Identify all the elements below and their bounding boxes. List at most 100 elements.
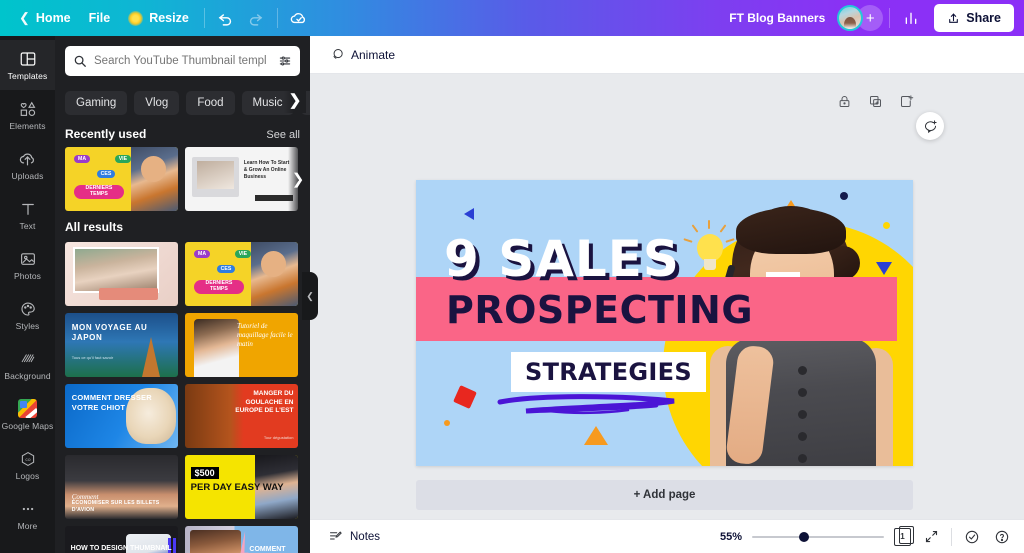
template-card-mon-voyage-japon[interactable]: MON VOYAGE AU JAPON Tous ce qu'il faut s…	[65, 313, 178, 377]
thumbnail-text: ÉCONOMISER SUR LES BILLETS D'AVION	[71, 500, 160, 514]
home-label: Home	[35, 11, 71, 25]
sidebar-item-more[interactable]: More	[0, 490, 55, 540]
sidebar-item-google-maps[interactable]: Google Maps	[0, 390, 55, 440]
redo-button[interactable]	[241, 3, 271, 33]
template-card-ma-vie[interactable]: MA VIE CES DERNIERS TEMPS	[65, 147, 178, 211]
add-page-button[interactable]: + Add page	[416, 480, 913, 510]
cloud-sync-button[interactable]	[284, 3, 314, 33]
template-card-ma-vie-2[interactable]: MA VIE CES DERNIERS TEMPS	[185, 242, 298, 306]
sidebar-item-uploads[interactable]: Uploads	[0, 140, 55, 190]
left-rail: Templates Elements Uploads Text Photos S…	[0, 36, 55, 553]
sidebar-item-templates[interactable]: Templates	[0, 40, 55, 90]
animate-label: Animate	[351, 47, 396, 62]
check-circle-icon[interactable]	[962, 527, 982, 547]
template-card-comment-rester[interactable]: COMMENT RESTER	[185, 526, 298, 553]
help-circle-icon[interactable]	[992, 527, 1012, 547]
sidebar-item-styles[interactable]: Styles	[0, 290, 55, 340]
resize-label: Resize	[149, 11, 189, 25]
share-label: Share	[966, 11, 1001, 25]
orange-triangle-bottom	[584, 426, 608, 445]
sidebar-item-background[interactable]: Background	[0, 340, 55, 390]
insights-button[interactable]	[896, 3, 926, 33]
template-card-learn-how-to[interactable]: Learn How To Start & Grow An Online Busi…	[185, 147, 298, 211]
cloud-sync-icon	[291, 12, 306, 23]
thumbnail-text: MANGER DU GOULACHE EN EUROPE DE L'EST	[235, 390, 294, 415]
toolbar-divider-1	[203, 8, 205, 28]
search-box[interactable]	[65, 46, 300, 76]
thumbnail-subtext: Tour dégustation	[263, 435, 294, 441]
thumbnail-text: Tutoriel de maquillage facile le matin	[236, 321, 293, 349]
template-card-how-to-design-thumbnail[interactable]: HOW TO DESIGN THUMBNAIL	[65, 526, 178, 553]
bottom-bar-right-group: 55% 1	[720, 525, 1012, 547]
tag-food[interactable]: Food	[186, 90, 235, 115]
svg-text:co: co	[25, 458, 30, 463]
template-card-dresser-chiot[interactable]: COMMENT DRESSER VOTRE CHIOT	[65, 384, 178, 448]
sidebar-label: Google Maps	[1, 420, 54, 431]
page-count-icon[interactable]: 1	[894, 525, 914, 546]
tag-gaming[interactable]: Gaming	[65, 90, 128, 115]
more-dots-icon	[18, 499, 38, 519]
tag-vlog[interactable]: Vlog	[134, 90, 180, 115]
sidebar-item-logos[interactable]: co Logos	[0, 440, 55, 490]
bubble-vie: VIE	[234, 249, 252, 258]
toolbar-divider-2	[276, 8, 278, 28]
template-card-tutoriel-maquillage[interactable]: Tutoriel de maquillage facile le matin	[185, 313, 298, 377]
thumbnail-person	[189, 529, 242, 553]
zoom-slider[interactable]	[752, 531, 884, 543]
bubble-ma: MA	[74, 154, 91, 163]
document-title[interactable]: FT Blog Banners	[729, 11, 825, 25]
zoom-slider-knob[interactable]	[799, 531, 809, 542]
sidebar-item-photos[interactable]: Photos	[0, 240, 55, 290]
sidebar-item-text[interactable]: Text	[0, 190, 55, 240]
animate-button[interactable]: Animate	[322, 42, 403, 67]
share-upload-icon	[949, 12, 959, 23]
sidebar-item-elements[interactable]: Elements	[0, 90, 55, 140]
design-title-line-1[interactable]: 9 SALES	[444, 230, 680, 288]
thumbnail-subtext: Tous ce qu'il faut savoir	[71, 355, 114, 361]
page-tools-group	[836, 93, 914, 109]
top-bar-right-group: FT Blog Banners + Share	[729, 3, 1024, 33]
undo-button[interactable]	[211, 3, 241, 33]
thumbnail-text: MON VOYAGE AU JAPON	[71, 323, 148, 343]
bulb-ray	[683, 238, 693, 243]
template-card-500-per-day[interactable]: $500 PER DAY EASY WAY	[185, 455, 298, 519]
recent-scroll-next-button[interactable]: ❯	[288, 147, 308, 211]
template-card-friends-city[interactable]	[65, 242, 178, 306]
fullscreen-expand-icon[interactable]	[921, 527, 941, 547]
file-menu-button[interactable]: File	[80, 6, 120, 30]
add-comment-button[interactable]	[916, 112, 944, 140]
redo-icon	[250, 13, 263, 26]
home-button[interactable]: ❮ Home	[10, 5, 80, 31]
tag-filter-row: Gaming Vlog Food Music Money ❯	[55, 76, 310, 118]
filter-sliders-icon[interactable]	[278, 54, 292, 68]
design-title-line-3-box[interactable]: STRATEGIES	[511, 352, 706, 392]
template-card-economiser-avion[interactable]: Comment ÉCONOMISER SUR LES BILLETS D'AVI…	[65, 455, 178, 519]
uploads-icon	[18, 149, 38, 169]
recently-used-see-all[interactable]: See all	[266, 129, 300, 141]
add-page-icon[interactable]	[898, 93, 914, 109]
thumbnail-laptop	[191, 157, 240, 197]
add-page-label: + Add page	[633, 489, 696, 501]
lock-icon[interactable]	[836, 93, 852, 109]
design-title-line-2[interactable]: PROSPECTING	[446, 288, 753, 332]
notes-button[interactable]: Notes	[322, 525, 386, 548]
share-button[interactable]: Share	[934, 4, 1014, 32]
navy-dot	[840, 192, 848, 200]
template-card-manger-goulache[interactable]: MANGER DU GOULACHE EN EUROPE DE L'EST To…	[185, 384, 298, 448]
tags-scroll-next-button[interactable]: ❯	[284, 87, 306, 113]
sidebar-label: Uploads	[11, 170, 44, 181]
design-page[interactable]: 9 SALES PROSPECTING STRATEGIES	[416, 180, 913, 466]
bubble-ces: CES	[96, 170, 116, 179]
thumbnail-ribbon	[98, 287, 158, 300]
plus-label: +	[865, 9, 875, 27]
resize-button[interactable]: Resize	[119, 6, 198, 31]
thumbnail-text: COMMENT DRESSER VOTRE CHIOT	[71, 392, 152, 412]
chevron-left-icon: ❮	[306, 290, 314, 301]
search-input[interactable]	[94, 55, 271, 67]
avatar[interactable]	[837, 5, 864, 31]
template-results-grid: MA VIE CES DERNIERS TEMPS MON VOYAGE AU …	[55, 242, 310, 553]
duplicate-page-icon[interactable]	[867, 93, 883, 109]
canvas-scroll-area: 9 SALES PROSPECTING STRATEGIES + Add pag…	[310, 74, 1024, 553]
dress-buttons	[798, 366, 807, 466]
panel-collapse-handle[interactable]: ❮	[302, 272, 318, 320]
